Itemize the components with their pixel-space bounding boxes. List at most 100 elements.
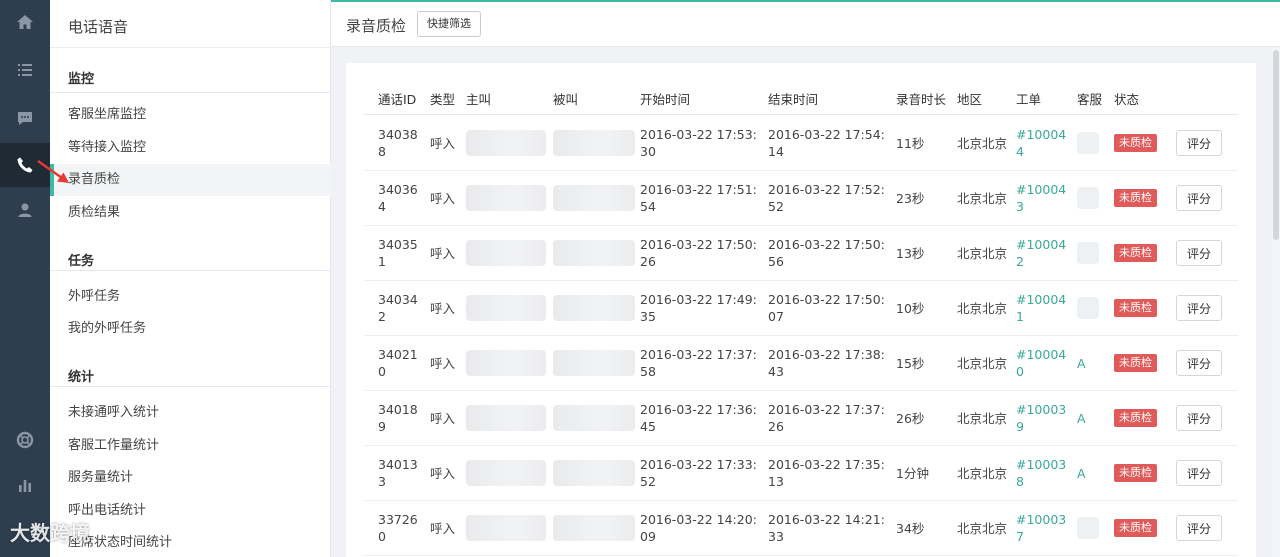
status-badge: 未质检 [1114,189,1157,207]
duration: 15秒 [896,355,925,371]
sidebar-item-qa-results[interactable]: 质检结果 [50,197,331,229]
rate-button[interactable]: 评分 [1176,130,1222,156]
ticket-link[interactable]: #100043 [1016,171,1068,225]
ticket-link[interactable]: #100042 [1016,226,1068,280]
start-time: 2016-03-22 17:53:30 [640,127,757,159]
callee-number-redacted [553,446,637,500]
sidebar-item-agent-workload-stats[interactable]: 客服工作量统计 [50,430,331,462]
rail-list[interactable] [0,48,50,92]
sidebar-item-recording-qa[interactable]: 录音质检 [50,164,331,196]
ticket-link[interactable]: #100037 [1016,501,1068,555]
sidebar-item-agent-monitor[interactable]: 客服坐席监控 [50,99,331,131]
agent-name[interactable]: A [1077,336,1107,390]
call-type: 呼入 [430,520,456,536]
call-type: 呼入 [430,135,456,151]
ticket-link[interactable]: #100044 [1016,116,1068,170]
status-cell: 未质检 [1114,281,1170,335]
records-card: 通话ID 类型 主叫 被叫 开始时间 结束时间 录音时长 地区 工单 客服 状态… [346,63,1256,557]
scrollbar-thumb[interactable] [1273,50,1279,240]
caller-number-redacted [466,281,548,335]
callee-number-redacted [553,391,637,445]
call-id: 340342 [378,292,418,324]
rate-button[interactable]: 评分 [1176,185,1222,211]
col-header-status: 状态 [1114,92,1140,107]
ticket-link[interactable]: #100039 [1016,391,1068,445]
call-type: 呼入 [430,410,456,426]
lifebuoy-icon [16,431,34,449]
rate-button[interactable]: 评分 [1176,460,1222,486]
divider [50,47,331,48]
callee-number-redacted [553,281,637,335]
area: 北京北京 [957,190,1008,206]
status-badge: 未质检 [1114,244,1157,262]
col-header-duration: 录音时长 [896,92,947,107]
duration: 23秒 [896,190,925,206]
col-header-end: 结束时间 [768,92,819,107]
start-time: 2016-03-22 14:20:09 [640,512,757,544]
table-row: 340189 呼入 2016-03-22 17:36:45 2016-03-22… [364,391,1238,446]
table-header: 通话ID 类型 主叫 被叫 开始时间 结束时间 录音时长 地区 工单 客服 状态 [364,85,1238,115]
start-time: 2016-03-22 17:33:52 [640,457,757,489]
end-time: 2016-03-22 14:21:33 [768,512,885,544]
end-time: 2016-03-22 17:52:52 [768,182,885,214]
caller-number-redacted [466,501,548,555]
bar-chart-icon [19,480,31,492]
chat-icon [18,112,32,125]
status-badge: 未质检 [1114,134,1157,152]
call-id: 340364 [378,182,418,214]
table-row: 340388 呼入 2016-03-22 17:53:30 2016-03-22… [364,116,1238,171]
status-cell: 未质检 [1114,446,1170,500]
start-time: 2016-03-22 17:50:26 [640,237,757,269]
duration: 1分钟 [896,465,929,481]
call-type: 呼入 [430,355,456,371]
sidebar-item-queue-monitor[interactable]: 等待接入监控 [50,132,331,164]
sidebar-item-missed-inbound-stats[interactable]: 未接通呼入统计 [50,397,331,429]
agent-redacted [1077,281,1107,335]
divider [50,270,331,271]
agent-name[interactable]: A [1077,446,1107,500]
sidebar-item-seat-status-time-stats[interactable]: 座席状态时间统计 [50,527,331,557]
status-badge: 未质检 [1114,354,1157,372]
start-time: 2016-03-22 17:37:58 [640,347,757,379]
area: 北京北京 [957,245,1008,261]
ticket-link[interactable]: #100041 [1016,281,1068,335]
rail-help[interactable] [0,418,50,462]
sidebar-item-outbound-tasks[interactable]: 外呼任务 [50,281,331,313]
ticket-link[interactable]: #100040 [1016,336,1068,390]
agent-redacted [1077,116,1107,170]
rail-stats[interactable] [0,463,50,507]
status-cell: 未质检 [1114,336,1170,390]
rail-chat[interactable] [0,96,50,140]
ticket-link[interactable]: #100038 [1016,446,1068,500]
rate-button[interactable]: 评分 [1176,350,1222,376]
area: 北京北京 [957,465,1008,481]
rail-home[interactable] [0,0,50,44]
end-time: 2016-03-22 17:54:14 [768,127,885,159]
action-cell: 评分 [1176,116,1226,170]
rate-button[interactable]: 评分 [1176,295,1222,321]
callee-number-redacted [553,226,637,280]
divider [50,92,331,93]
call-id: 340133 [378,457,418,489]
agent-name[interactable]: A [1077,391,1107,445]
status-cell: 未质检 [1114,171,1170,225]
action-cell: 评分 [1176,281,1226,335]
duration: 26秒 [896,410,925,426]
watermark: 大数跨境 [10,521,90,545]
start-time: 2016-03-22 17:51:54 [640,182,757,214]
rail-user[interactable] [0,188,50,232]
caller-number-redacted [466,391,548,445]
rate-button[interactable]: 评分 [1176,240,1222,266]
callee-number-redacted [553,116,637,170]
sidebar-item-outbound-call-stats[interactable]: 呼出电话统计 [50,495,331,527]
rate-button[interactable]: 评分 [1176,405,1222,431]
sidebar-item-my-outbound-tasks[interactable]: 我的外呼任务 [50,313,331,345]
end-time: 2016-03-22 17:50:56 [768,237,885,269]
sidebar-item-service-volume-stats[interactable]: 服务量统计 [50,462,331,494]
area: 北京北京 [957,135,1008,151]
quick-filter-button[interactable]: 快捷筛选 [417,11,481,37]
col-header-callee: 被叫 [553,92,579,107]
caller-number-redacted [466,116,548,170]
rate-button[interactable]: 评分 [1176,515,1222,541]
annotation-arrow-icon [37,159,69,183]
